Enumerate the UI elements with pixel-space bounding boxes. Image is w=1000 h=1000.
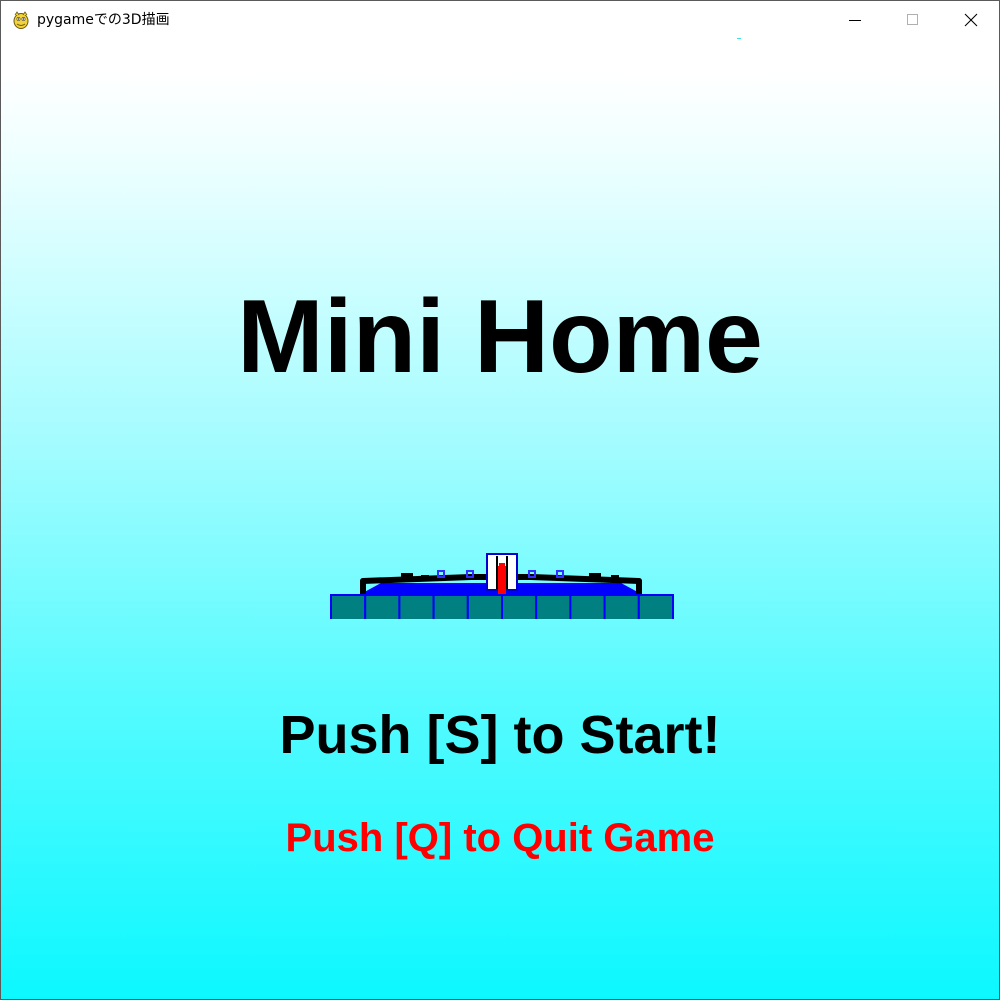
minimize-icon xyxy=(849,20,861,21)
start-prompt: Push [S] to Start! xyxy=(279,705,721,765)
game-title: Mini Home xyxy=(237,279,763,395)
window-title: pygameでの3D描画 xyxy=(37,12,170,28)
close-icon xyxy=(964,13,978,27)
mini-home-3d-scene xyxy=(330,553,674,619)
minimize-button[interactable] xyxy=(826,1,884,39)
window-titlebar[interactable]: pygameでの3D描画 xyxy=(1,1,999,39)
maximize-button[interactable] xyxy=(884,1,942,39)
maximize-icon xyxy=(907,14,918,25)
game-canvas[interactable]: Mini Home Push [S] to Start! Push [Q] to… xyxy=(1,39,999,999)
python-snake-icon xyxy=(13,11,29,29)
quit-prompt: Push [Q] to Quit Game xyxy=(285,816,715,860)
close-button[interactable] xyxy=(942,1,999,39)
game-window: pygameでの3D描画 Mini Home Push [S] to Start… xyxy=(0,0,1000,1000)
floor-tiles xyxy=(330,594,674,619)
